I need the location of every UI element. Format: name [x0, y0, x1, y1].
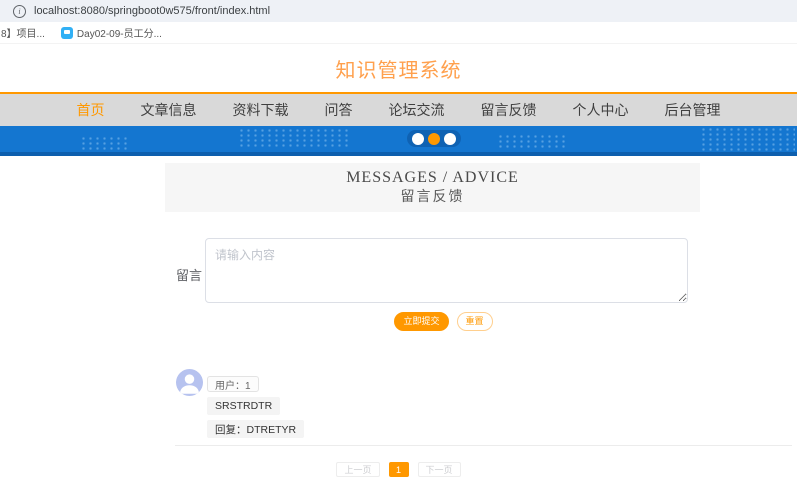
- carousel-banner: [0, 126, 797, 156]
- message-textarea[interactable]: [205, 238, 688, 303]
- nav-item-admin[interactable]: 后台管理: [665, 100, 721, 120]
- url-input[interactable]: localhost:8080/springboot0w575/front/ind…: [34, 5, 270, 17]
- section-title-cn: 留言反馈: [400, 189, 465, 205]
- banner-dot-pattern: [80, 136, 128, 150]
- nav-item-profile[interactable]: 个人中心: [573, 100, 629, 120]
- person-icon: [179, 374, 200, 394]
- carousel-dot-3[interactable]: [444, 132, 456, 145]
- carousel-dot-2[interactable]: [428, 132, 440, 145]
- bookmark-item[interactable]: Day02-09-员工分...: [60, 25, 162, 40]
- nav-item-qa[interactable]: 问答: [325, 100, 353, 120]
- section-title-en: MESSAGES / ADVICE: [346, 169, 519, 186]
- bookmarks-bar: 8】项目... Day02-09-员工分...: [0, 22, 797, 44]
- carousel-indicators: [407, 130, 461, 147]
- main-nav: 首页 文章信息 资料下载 问答 论坛交流 留言反馈 个人中心 后台管理: [0, 92, 797, 126]
- message-user-tag: 用户：1: [207, 376, 259, 392]
- banner-bottom-strip: [0, 152, 797, 156]
- message-divider: [175, 445, 792, 446]
- form-buttons-row: 立即提交 重置: [0, 312, 797, 331]
- bookmark-label: 8】项目...: [1, 29, 45, 40]
- pagination: 上一页 1 下一页: [0, 462, 797, 477]
- message-content: SRSTRDTR: [207, 397, 281, 415]
- pagination-next-button[interactable]: 下一页: [417, 462, 461, 477]
- carousel-dot-1[interactable]: [412, 132, 424, 145]
- section-header: MESSAGES / ADVICE 留言反馈: [165, 163, 700, 212]
- banner-dot-pattern: [700, 127, 795, 153]
- submit-button[interactable]: 立即提交: [394, 312, 449, 331]
- message-form-label: 留言: [176, 268, 203, 283]
- nav-item-messages[interactable]: 留言反馈: [481, 100, 537, 120]
- pagination-prev-button[interactable]: 上一页: [336, 462, 380, 477]
- nav-item-downloads[interactable]: 资料下载: [233, 100, 289, 120]
- site-info-icon[interactable]: i: [13, 4, 26, 18]
- pagination-current-page[interactable]: 1: [388, 462, 409, 477]
- screen: i localhost:8080/springboot0w575/front/i…: [0, 0, 797, 500]
- banner-dot-pattern: [497, 134, 569, 150]
- reset-button[interactable]: 重置: [456, 312, 493, 331]
- nav-item-articles[interactable]: 文章信息: [141, 100, 197, 120]
- bookmark-label: Day02-09-员工分...: [76, 29, 162, 40]
- browser-url-bar[interactable]: i localhost:8080/springboot0w575/front/i…: [0, 0, 797, 22]
- message-reply: 回复：DTRETYR: [207, 420, 305, 438]
- page-title: 知识管理系统: [335, 60, 462, 82]
- nav-item-forum[interactable]: 论坛交流: [389, 100, 445, 120]
- banner-dot-pattern: [238, 128, 348, 148]
- bookmark-item[interactable]: 8】项目...: [1, 25, 45, 40]
- user-avatar: [176, 369, 203, 396]
- nav-item-home[interactable]: 首页: [77, 100, 105, 120]
- bookmark-favicon-icon: [60, 26, 73, 39]
